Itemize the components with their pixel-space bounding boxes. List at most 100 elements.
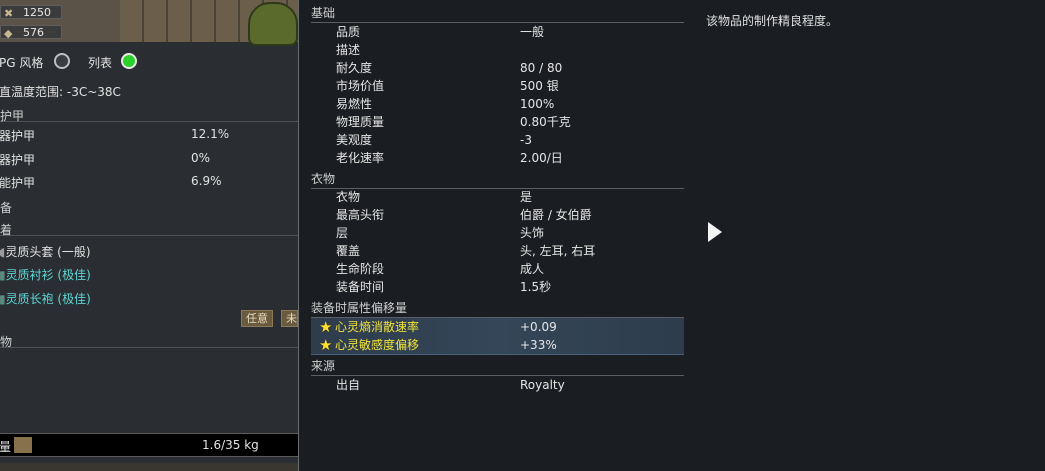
mass-value: 1.6/35 kg bbox=[202, 438, 259, 452]
stat-label: 覆盖 bbox=[336, 244, 361, 258]
filter-unknown-button[interactable]: 未 bbox=[281, 310, 298, 327]
stat-label: 老化速率 bbox=[336, 151, 385, 165]
resource-value: 1250 bbox=[23, 6, 51, 19]
list-view-label: 列表 bbox=[88, 56, 113, 70]
stat-value: 是 bbox=[520, 190, 533, 204]
wood-icon: ✖ bbox=[4, 7, 14, 20]
stat-value: 伯爵 / 女伯爵 bbox=[520, 208, 592, 222]
apparel-item-shirt[interactable]: ▮灵质衬衫 (极佳) bbox=[0, 266, 91, 283]
section-apparel: 衣物 bbox=[311, 170, 684, 189]
list-view-radio[interactable] bbox=[121, 53, 137, 69]
stat-value: 1.5秒 bbox=[520, 280, 552, 294]
stat-row-layer[interactable]: 层 头饰 bbox=[311, 224, 684, 242]
mass-label: 量 bbox=[0, 440, 12, 454]
resource-counter-wood: ✖ 1250 bbox=[0, 5, 62, 20]
stat-label: 美观度 bbox=[336, 133, 373, 147]
stat-value: Royalty bbox=[520, 378, 565, 392]
bottom-tab-strip bbox=[0, 463, 298, 471]
stat-label: 物理质量 bbox=[336, 115, 385, 129]
stat-value: 500 银 bbox=[520, 79, 559, 93]
armor-sharp-label: 器护甲 bbox=[0, 129, 36, 143]
star-icon: ★ bbox=[319, 318, 333, 336]
star-icon: ★ bbox=[319, 336, 333, 354]
stat-label: 装备时间 bbox=[336, 280, 385, 294]
stat-value: 2.00/日 bbox=[520, 151, 563, 165]
apparel-item-label: 灵质头套 (一般) bbox=[5, 245, 91, 259]
section-title: 基础 bbox=[311, 6, 336, 20]
creature-sprite bbox=[248, 2, 298, 46]
stat-value: 头饰 bbox=[520, 226, 545, 240]
section-title: 护甲 bbox=[0, 109, 25, 123]
stat-value: +0.09 bbox=[520, 320, 557, 334]
armor-heat-value: 6.9% bbox=[191, 174, 222, 188]
section-basic: 基础 bbox=[311, 4, 684, 23]
stone-icon: ◆ bbox=[4, 27, 13, 40]
stat-value: 头, 左耳, 右耳 bbox=[520, 244, 596, 258]
apparel-item-label: 灵质衬衫 (极佳) bbox=[5, 268, 91, 282]
armor-blunt-label: 器护甲 bbox=[0, 153, 36, 167]
stat-label: 生命阶段 bbox=[336, 262, 385, 276]
mouse-cursor-icon bbox=[708, 222, 722, 242]
stat-label: 耐久度 bbox=[336, 61, 373, 75]
armor-sharp-value: 12.1% bbox=[191, 127, 230, 141]
filter-any-button[interactable]: 任意 bbox=[241, 310, 273, 327]
section-title: 装备时属性偏移量 bbox=[311, 301, 408, 315]
stat-row-mass[interactable]: 物理质量 0.80千克 bbox=[311, 113, 684, 131]
section-title: 备 bbox=[0, 201, 13, 215]
equipment-section-header: 备 bbox=[0, 199, 298, 215]
resource-counter-stone: ◆ 576 bbox=[0, 25, 62, 40]
stat-label: 层 bbox=[336, 226, 349, 240]
stat-label: 心灵熵消散速率 bbox=[335, 320, 420, 334]
stat-row-is-apparel[interactable]: 衣物 是 bbox=[311, 188, 684, 206]
armor-blunt-value: 0% bbox=[191, 151, 211, 165]
stat-row-flammability[interactable]: 易燃性 100% bbox=[311, 95, 684, 113]
stat-row-equip-time[interactable]: 装备时间 1.5秒 bbox=[311, 278, 684, 296]
stat-label: 描述 bbox=[336, 43, 361, 57]
stat-row-psyfocus-fall[interactable]: ★ 心灵熵消散速率 +0.09 bbox=[311, 318, 684, 337]
stat-row-source[interactable]: 出自 Royalty bbox=[311, 376, 684, 394]
section-title: 着 bbox=[0, 223, 13, 237]
stat-row-life-stage[interactable]: 生命阶段 成人 bbox=[311, 260, 684, 278]
stat-label: 心灵敏感度偏移 bbox=[335, 338, 420, 352]
section-equipped-offsets: 装备时属性偏移量 bbox=[311, 299, 684, 318]
stat-value: 80 / 80 bbox=[520, 61, 563, 75]
stat-label: 出自 bbox=[336, 378, 361, 392]
stat-label: 品质 bbox=[336, 25, 361, 39]
armor-section-header: 护甲 bbox=[0, 107, 298, 123]
stat-row-psychic-sensitivity[interactable]: ★ 心灵敏感度偏移 +33% bbox=[311, 336, 684, 355]
rpg-style-radio[interactable] bbox=[54, 53, 70, 69]
stat-row-deterioration[interactable]: 老化速率 2.00/日 bbox=[311, 149, 684, 167]
character-gear-panel: ✖ 1250 ◆ 576 PG 风格 列表 直温度范围: -3C~38C 护甲 … bbox=[0, 0, 299, 471]
stat-row-beauty[interactable]: 美观度 -3 bbox=[311, 131, 684, 149]
section-title: 来源 bbox=[311, 359, 336, 373]
rpg-style-label: PG 风格 bbox=[0, 56, 44, 70]
stat-value: 100% bbox=[520, 97, 555, 111]
stat-row-max-title[interactable]: 最高头衔 伯爵 / 女伯爵 bbox=[311, 206, 684, 224]
stat-row-coverage[interactable]: 覆盖 头, 左耳, 右耳 bbox=[311, 242, 684, 260]
stat-label: 易燃性 bbox=[336, 97, 373, 111]
stat-row-description[interactable]: 描述 bbox=[311, 41, 684, 59]
comfort-temperature-range: 直温度范围: -3C~38C bbox=[0, 85, 121, 99]
item-stats-panel: 基础 品质 一般 描述 耐久度 80 / 80 市场价值 500 银 易燃性 100% … bbox=[299, 0, 699, 471]
carried-mass-bar: 量 1.6/35 kg bbox=[0, 433, 298, 457]
section-title: 衣物 bbox=[311, 172, 336, 186]
stat-row-quality[interactable]: 品质 一般 bbox=[311, 23, 684, 41]
apparel-section-header: 着 bbox=[0, 221, 298, 237]
armor-heat-label: 能护甲 bbox=[0, 176, 36, 190]
stat-value: 成人 bbox=[520, 262, 545, 276]
resource-value: 576 bbox=[23, 26, 44, 39]
apparel-item-label: 灵质长袍 (极佳) bbox=[5, 292, 91, 306]
stat-value: +33% bbox=[520, 338, 557, 352]
inventory-section-header: 物 bbox=[0, 333, 298, 349]
stat-row-market-value[interactable]: 市场价值 500 银 bbox=[311, 77, 684, 95]
section-title: 物 bbox=[0, 335, 13, 349]
stat-value: 一般 bbox=[520, 25, 545, 39]
stat-value: -3 bbox=[520, 133, 532, 147]
stat-description-text: 该物品的制作精良程度。 bbox=[706, 14, 839, 28]
apparel-item-robe[interactable]: ▮灵质长袍 (极佳) bbox=[0, 290, 91, 307]
mass-bar-fill bbox=[14, 437, 32, 453]
apparel-item-helmet[interactable]: ◖灵质头套 (一般) bbox=[0, 243, 91, 260]
section-source: 来源 bbox=[311, 357, 684, 376]
stat-row-durability[interactable]: 耐久度 80 / 80 bbox=[311, 59, 684, 77]
stat-value: 0.80千克 bbox=[520, 115, 571, 129]
